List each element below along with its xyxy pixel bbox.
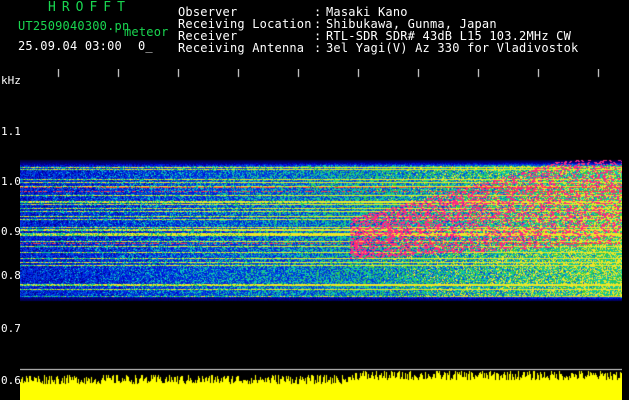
y-tick-label: 0.7: [1, 322, 21, 335]
filename-label: UT2509040300.pn: [18, 19, 130, 33]
y-tick-label: 1.0: [1, 175, 21, 188]
field-value-antenna: 3el Yagi(V) Az 330 for Vladivostok: [326, 41, 579, 55]
field-sep: :: [314, 41, 322, 55]
meteor-label: meteor: [124, 25, 169, 39]
y-tick-label: 0.8: [1, 269, 21, 282]
meteor-count: 0_: [138, 39, 153, 53]
datetime-label: 25.09.04 03:00: [18, 39, 122, 53]
y-tick-label: 1.1: [1, 125, 21, 138]
y-tick-label: 0.9: [1, 225, 21, 238]
field-key-antenna: Receiving Antenna: [178, 41, 305, 55]
y-tick-label: 0.6: [1, 374, 21, 387]
y-unit-label: kHz: [1, 74, 21, 87]
spectrogram-canvas: [20, 69, 622, 400]
app-title: HROFFT: [48, 0, 131, 15]
